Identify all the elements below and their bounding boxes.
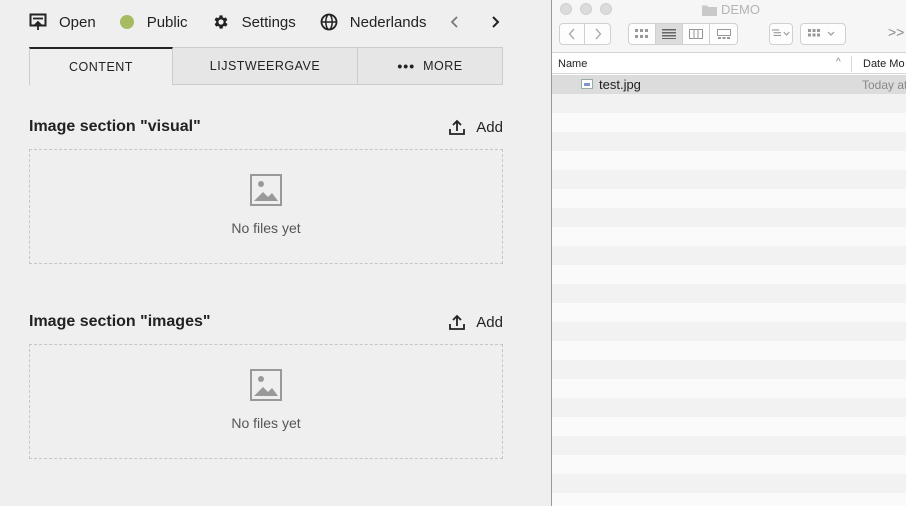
open-button[interactable]: Open xyxy=(29,10,96,34)
action-grid-icon xyxy=(808,29,835,37)
close-window-button[interactable] xyxy=(560,3,572,15)
window-title: DEMO xyxy=(702,2,760,17)
section-title: Image section "visual" xyxy=(29,118,201,135)
view-mode-control xyxy=(628,23,738,45)
content-tabs: CONTENT LIJSTWEERGAVE ••• MORE xyxy=(29,47,503,85)
add-images-button[interactable]: Add xyxy=(448,313,503,331)
arrange-icon xyxy=(771,29,790,37)
arrange-dropdown[interactable] xyxy=(769,23,793,45)
open-icon xyxy=(29,13,47,30)
list-view-icon xyxy=(662,29,676,39)
file-date: Today at xyxy=(862,78,906,92)
window-title-text: DEMO xyxy=(721,2,760,17)
tab-content-label: CONTENT xyxy=(69,60,133,74)
finder-window: DEMO >> Name ^ Date Mo test.jpg Today at xyxy=(551,0,906,506)
section-header: Image section "images" Add xyxy=(29,313,503,333)
icon-view-button[interactable] xyxy=(629,24,656,44)
tab-content[interactable]: CONTENT xyxy=(29,47,173,85)
add-label: Add xyxy=(476,313,503,331)
gallery-view-icon xyxy=(716,29,731,39)
tab-lijstweergave-label: LIJSTWEERGAVE xyxy=(209,59,321,73)
tab-lijstweergave[interactable]: LIJSTWEERGAVE xyxy=(173,47,358,85)
gear-icon xyxy=(214,15,228,29)
settings-label: Settings xyxy=(241,13,296,31)
column-date-header[interactable]: Date Mo xyxy=(863,58,905,70)
image-section-images: Image section "images" Add No files yet xyxy=(29,313,503,459)
upload-icon xyxy=(449,119,466,135)
image-placeholder-icon xyxy=(250,174,282,206)
tab-more-label: MORE xyxy=(423,59,463,73)
add-label: Add xyxy=(476,118,503,136)
language-button[interactable]: Nederlands xyxy=(320,10,427,34)
column-view-icon xyxy=(689,29,703,39)
list-view-button[interactable] xyxy=(656,24,683,44)
minimize-window-button[interactable] xyxy=(580,3,592,15)
file-row[interactable]: test.jpg Today at xyxy=(552,75,906,94)
file-list: test.jpg Today at xyxy=(552,75,906,506)
chevron-right-icon xyxy=(492,16,500,28)
image-file-icon xyxy=(581,79,593,89)
action-dropdown[interactable] xyxy=(800,23,846,45)
prev-page-button[interactable] xyxy=(445,12,465,32)
language-label: Nederlands xyxy=(349,13,427,31)
finder-titlebar: DEMO >> xyxy=(552,0,906,53)
status-dot-icon xyxy=(119,15,134,29)
forward-button[interactable] xyxy=(585,24,610,44)
tab-more[interactable]: ••• MORE xyxy=(358,47,503,85)
back-button[interactable] xyxy=(560,24,585,44)
upload-icon xyxy=(449,314,466,330)
section-title: Image section "images" xyxy=(29,313,211,330)
toolbar-overflow-button[interactable]: >> xyxy=(888,24,904,40)
icon-view-icon xyxy=(635,29,648,38)
back-forward-control xyxy=(559,23,611,45)
column-divider[interactable] xyxy=(851,56,852,72)
chevron-left-icon xyxy=(450,16,458,28)
file-name: test.jpg xyxy=(599,77,641,92)
add-visual-button[interactable]: Add xyxy=(448,118,503,136)
folder-icon xyxy=(702,5,717,16)
status-label: Public xyxy=(146,13,188,31)
sort-ascending-icon: ^ xyxy=(836,57,841,68)
file-dropzone[interactable]: No files yet xyxy=(29,149,503,264)
more-dots-icon: ••• xyxy=(397,58,416,74)
settings-button[interactable]: Settings xyxy=(212,10,296,34)
zoom-window-button[interactable] xyxy=(600,3,612,15)
cms-toolbar: Open Public Settings Nederlands xyxy=(29,10,426,34)
section-header: Image section "visual" Add xyxy=(29,118,503,138)
open-label: Open xyxy=(59,13,96,31)
empty-state-text: No files yet xyxy=(231,415,301,431)
column-view-button[interactable] xyxy=(683,24,710,44)
image-placeholder-icon xyxy=(250,369,282,401)
column-header: Name ^ Date Mo xyxy=(552,54,906,74)
globe-icon xyxy=(320,13,338,31)
chevron-left-icon xyxy=(568,28,575,40)
next-page-button[interactable] xyxy=(485,12,505,32)
gallery-view-button[interactable] xyxy=(710,24,737,44)
chevron-right-icon xyxy=(594,28,601,40)
image-section-visual: Image section "visual" Add No files yet xyxy=(29,118,503,264)
file-dropzone[interactable]: No files yet xyxy=(29,344,503,459)
empty-state-text: No files yet xyxy=(231,220,301,236)
cms-panel: Open Public Settings Nederlands CONTENT … xyxy=(0,0,551,506)
status-button[interactable]: Public xyxy=(119,10,188,34)
column-name-header[interactable]: Name xyxy=(558,58,587,70)
